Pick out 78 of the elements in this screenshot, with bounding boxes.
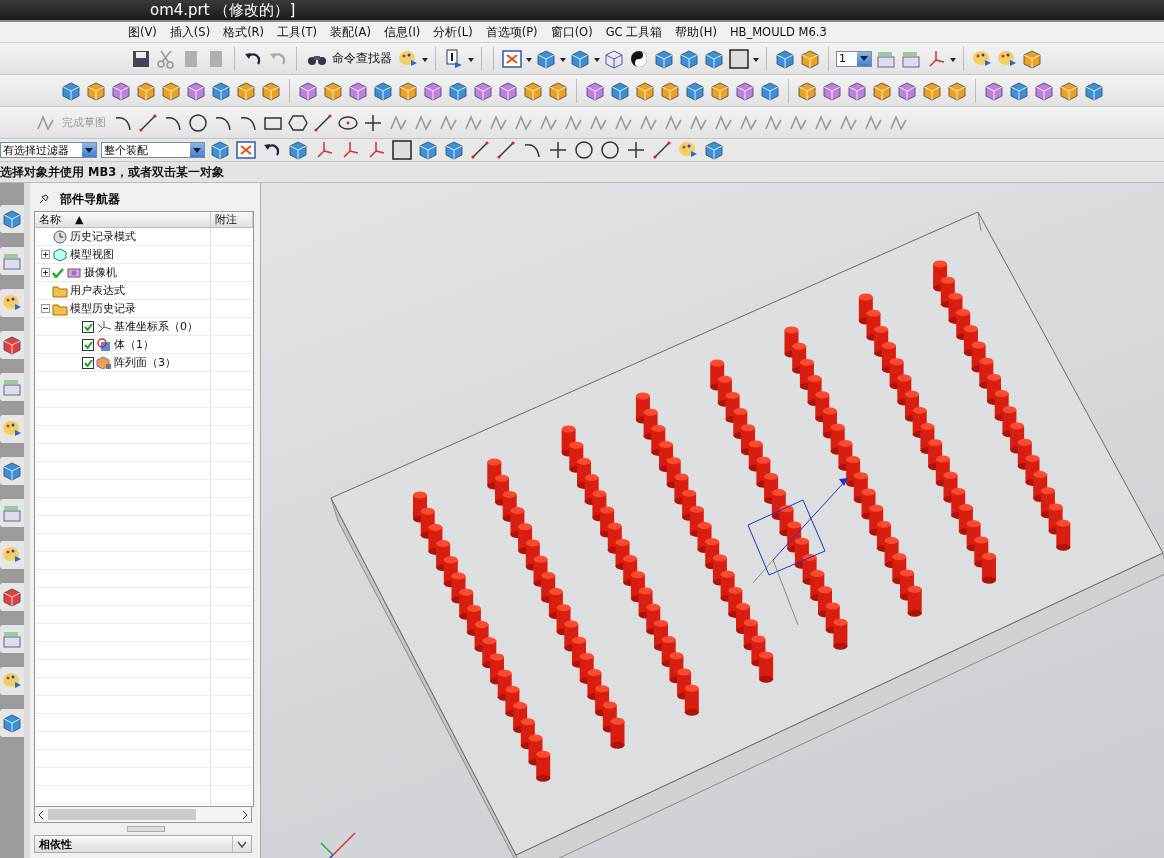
tree-item[interactable]: 阵列面（3）	[114, 355, 176, 370]
cube-icon[interactable]	[703, 139, 725, 161]
splitter-grip[interactable]	[127, 826, 165, 832]
cube-icon[interactable]	[443, 139, 465, 161]
square-icon[interactable]	[391, 139, 413, 161]
cube-icon[interactable]	[1, 334, 23, 356]
scroll-left-icon[interactable]	[38, 810, 44, 819]
collapse-toggle-icon[interactable]	[41, 304, 50, 313]
circle-icon[interactable]	[187, 111, 209, 134]
pin-icon[interactable]	[38, 193, 50, 205]
column-header[interactable]: 名称	[39, 212, 61, 227]
pattern-cube-icon	[96, 355, 112, 370]
checkbox[interactable]	[82, 356, 94, 369]
plus-icon[interactable]	[625, 139, 647, 161]
layer-dropdown[interactable]: 1	[836, 50, 872, 67]
sort-arrow[interactable]: ▲	[75, 213, 84, 226]
line-icon[interactable]	[469, 139, 491, 161]
plus-icon[interactable]	[547, 139, 569, 161]
fit-icon[interactable]	[235, 139, 257, 161]
clock-icon	[52, 229, 68, 244]
section-header[interactable]: 相依性	[34, 835, 252, 853]
checkbox[interactable]	[82, 338, 94, 351]
menu-item[interactable]: 插入(S)	[169, 24, 211, 40]
cube-icon[interactable]	[1, 460, 23, 482]
fit-icon[interactable]	[501, 47, 523, 70]
tree-item[interactable]: 基准坐标系（0）	[114, 319, 198, 334]
menu-item[interactable]: 装配(A)	[330, 24, 371, 40]
cube-icon[interactable]	[209, 139, 231, 161]
menu-item[interactable]: 窗口(O)	[550, 24, 593, 40]
tree-item[interactable]: 体（1）	[114, 337, 154, 352]
tree-item[interactable]: 用户表达式	[70, 283, 125, 298]
menu-item[interactable]: 首选项(P)	[485, 24, 538, 40]
section-title: 相依性	[39, 836, 72, 852]
menu-item[interactable]: GC 工具箱	[605, 24, 663, 40]
tree-item[interactable]: 模型历史记录	[70, 301, 136, 316]
panel-title: 部件导航器	[60, 190, 120, 208]
folder-icon	[52, 301, 68, 316]
cube-icon[interactable]	[1, 208, 23, 230]
menu-item[interactable]: 格式(R)	[223, 24, 265, 40]
caret-icon[interactable]	[193, 147, 201, 153]
cube-icon[interactable]	[1, 712, 23, 734]
tree-item[interactable]: 模型视图	[70, 247, 114, 262]
filter-dropdown[interactable]: 有选择过滤器	[0, 142, 97, 158]
column-header[interactable]: 附注	[215, 212, 237, 227]
caret-icon[interactable]	[85, 147, 93, 153]
expand-toggle-icon[interactable]	[41, 268, 50, 277]
circle-icon[interactable]	[599, 139, 621, 161]
view-triad-icon	[320, 832, 356, 858]
horizontal-scrollbar[interactable]	[34, 807, 252, 823]
cube-icon[interactable]	[417, 139, 439, 161]
circle-icon[interactable]	[573, 139, 595, 161]
tree-item[interactable]: 历史记录模式	[70, 229, 136, 244]
cube-icon[interactable]	[1, 586, 23, 608]
menu-item[interactable]: 分析(L)	[433, 24, 473, 40]
body-icon	[96, 337, 112, 352]
camera-icon	[66, 265, 82, 280]
cube-icon[interactable]	[287, 139, 309, 161]
tree-item[interactable]: 摄像机	[84, 265, 117, 280]
menu-item[interactable]: HB_MOULD M6.3	[729, 25, 827, 39]
menu-item[interactable]: 帮助(H)	[675, 24, 717, 40]
caret-icon[interactable]	[860, 56, 868, 61]
menu-item[interactable]: 工具(T)	[277, 24, 318, 40]
square-icon[interactable]	[728, 47, 750, 70]
command-finder-button[interactable]: 命令查找器	[304, 47, 394, 70]
window-title: om4.prt （修改的）]	[150, 0, 296, 20]
menu-item[interactable]: 图(V)	[128, 24, 157, 40]
checkbox[interactable]	[82, 320, 94, 333]
cube-icon	[52, 247, 68, 262]
datum-axes-icon	[96, 319, 112, 334]
menu-item[interactable]: 信息(I)	[383, 24, 421, 40]
expand-toggle-icon[interactable]	[41, 250, 50, 259]
line-icon[interactable]	[651, 139, 673, 161]
status-text: 选择对象并使用 MB3，或者双击某一对象	[0, 164, 225, 180]
scope-dropdown[interactable]: 整个装配	[101, 142, 205, 158]
folder-icon	[52, 283, 68, 298]
scroll-right-icon[interactable]	[242, 810, 248, 819]
line-icon[interactable]	[495, 139, 517, 161]
check-mark-icon[interactable]	[52, 267, 64, 278]
